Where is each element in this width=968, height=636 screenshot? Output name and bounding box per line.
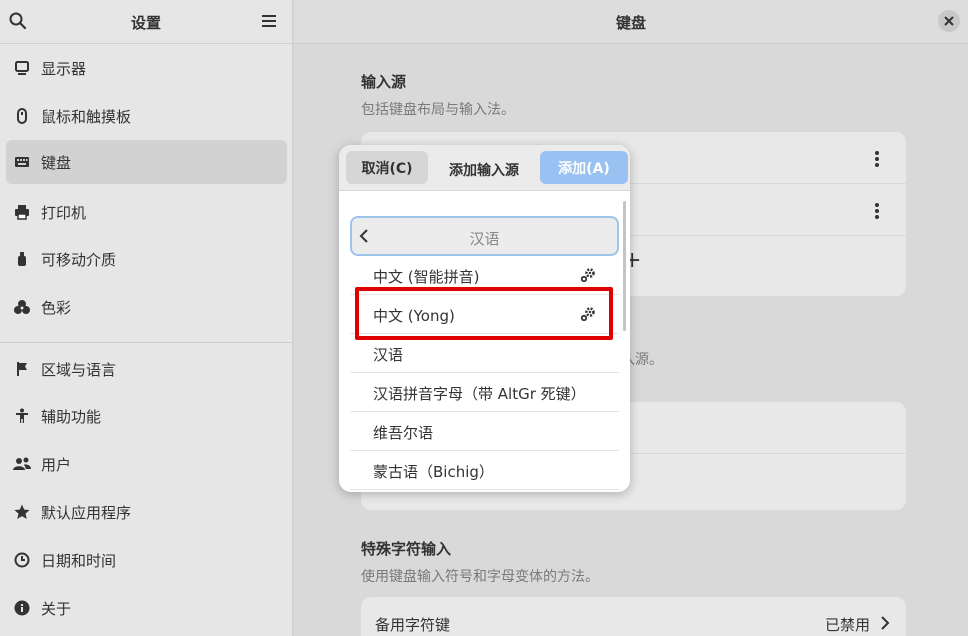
sidebar-item-label: 辅助功能 — [41, 407, 102, 426]
input-sources-title: 输入源 — [361, 73, 407, 91]
sidebar-separator — [0, 342, 293, 343]
sidebar-item-date-time[interactable]: 日期和时间 — [6, 538, 287, 582]
main-header: 键盘 — [294, 0, 968, 44]
scrollbar[interactable] — [623, 201, 626, 331]
sidebar-item-label: 色彩 — [41, 298, 72, 317]
special-chars-title: 特殊字符输入 — [361, 540, 452, 558]
list-item[interactable]: 汉语拼音字母（带 AltGr 死键） — [350, 373, 619, 412]
alternate-chars-key-value: 已禁用 — [824, 616, 870, 634]
list-item-label: 维吾尔语 — [373, 424, 434, 442]
sidebar-item-label: 打印机 — [41, 203, 87, 222]
dialog-header: 取消(C) 添加输入源 添加(A) — [339, 145, 630, 191]
display-icon — [13, 59, 31, 77]
sidebar-header: 设置 — [0, 0, 292, 44]
dialog-title: 添加输入源 — [449, 163, 519, 179]
flag-icon — [13, 360, 31, 378]
alternate-chars-key-row[interactable]: 备用字符键 已禁用 — [361, 597, 906, 636]
sidebar-item-label: 默认应用程序 — [41, 503, 132, 522]
sidebar-item-label: 日期和时间 — [41, 551, 117, 570]
sidebar-item-label: 可移动介质 — [41, 250, 117, 269]
more-options-icon[interactable] — [874, 150, 880, 168]
input-sources-subtitle: 包括键盘布局与输入法。 — [361, 102, 515, 118]
sidebar-item-removable-media[interactable]: 可移动介质 — [6, 237, 287, 281]
star-icon — [13, 503, 31, 521]
special-chars-subtitle: 使用键盘输入符号和字母变体的方法。 — [361, 569, 599, 585]
highlight-box — [355, 287, 613, 340]
chevron-right-icon — [881, 616, 890, 630]
language-back-row[interactable]: 汉语 — [350, 216, 619, 256]
list-item-label: 汉语拼音字母（带 AltGr 死键） — [373, 385, 586, 403]
sidebar-item-about[interactable]: 关于 — [6, 586, 287, 630]
menu-icon[interactable] — [260, 12, 278, 30]
printer-icon — [13, 203, 31, 221]
usb-icon — [13, 250, 31, 268]
list-item[interactable]: 蒙古语（Bichig） — [350, 451, 619, 490]
clock-icon — [13, 551, 31, 569]
accessibility-icon — [13, 407, 31, 425]
info-icon — [13, 599, 31, 617]
add-button[interactable]: 添加(A) — [540, 151, 628, 184]
sidebar-item-accessibility[interactable]: 辅助功能 — [6, 394, 287, 438]
sidebar-item-display[interactable]: 显示器 — [6, 46, 287, 90]
sidebar-item-default-apps[interactable]: 默认应用程序 — [6, 490, 287, 534]
more-options-icon[interactable] — [874, 202, 880, 220]
color-icon — [13, 298, 31, 316]
list-item-label: 蒙古语（Bichig） — [373, 463, 494, 481]
sidebar-item-label: 关于 — [41, 599, 72, 618]
mouse-icon — [13, 107, 31, 125]
page-title: 键盘 — [615, 14, 646, 32]
sidebar-item-users[interactable]: 用户 — [6, 442, 287, 486]
sidebar-item-keyboard[interactable]: 键盘 — [6, 140, 287, 184]
sidebar-item-label: 显示器 — [41, 59, 87, 78]
close-icon — [944, 16, 954, 26]
sidebar-item-color[interactable]: 色彩 — [6, 285, 287, 329]
alternate-chars-key-label: 备用字符键 — [375, 616, 451, 634]
list-item-label: 汉语 — [373, 346, 404, 364]
list-item[interactable]: 维吾尔语 — [350, 412, 619, 451]
special-chars-card: 备用字符键 已禁用 — [361, 597, 906, 636]
sidebar-title: 设置 — [130, 14, 161, 32]
settings-gear-icon — [580, 268, 595, 283]
sidebar-item-label: 区域与语言 — [41, 360, 117, 379]
list-item-label: 中文 (智能拼音) — [373, 268, 480, 286]
sidebar-item-label: 鼠标和触摸板 — [41, 107, 132, 126]
sidebar-item-label: 键盘 — [41, 153, 72, 172]
close-button[interactable] — [938, 10, 960, 32]
sidebar-item-region[interactable]: 区域与语言 — [6, 347, 287, 391]
cancel-button[interactable]: 取消(C) — [346, 151, 428, 184]
sidebar-item-mouse[interactable]: 鼠标和触摸板 — [6, 94, 287, 138]
sidebar: 设置 显示器 鼠标和触摸板 键盘 打印机 可移动介质 色彩 区域与语言 辅助功能 — [0, 0, 293, 636]
sidebar-item-label: 用户 — [41, 455, 72, 474]
users-icon — [13, 455, 31, 473]
keyboard-icon — [13, 153, 31, 171]
language-title: 汉语 — [469, 230, 500, 248]
sidebar-item-printer[interactable]: 打印机 — [6, 190, 287, 234]
